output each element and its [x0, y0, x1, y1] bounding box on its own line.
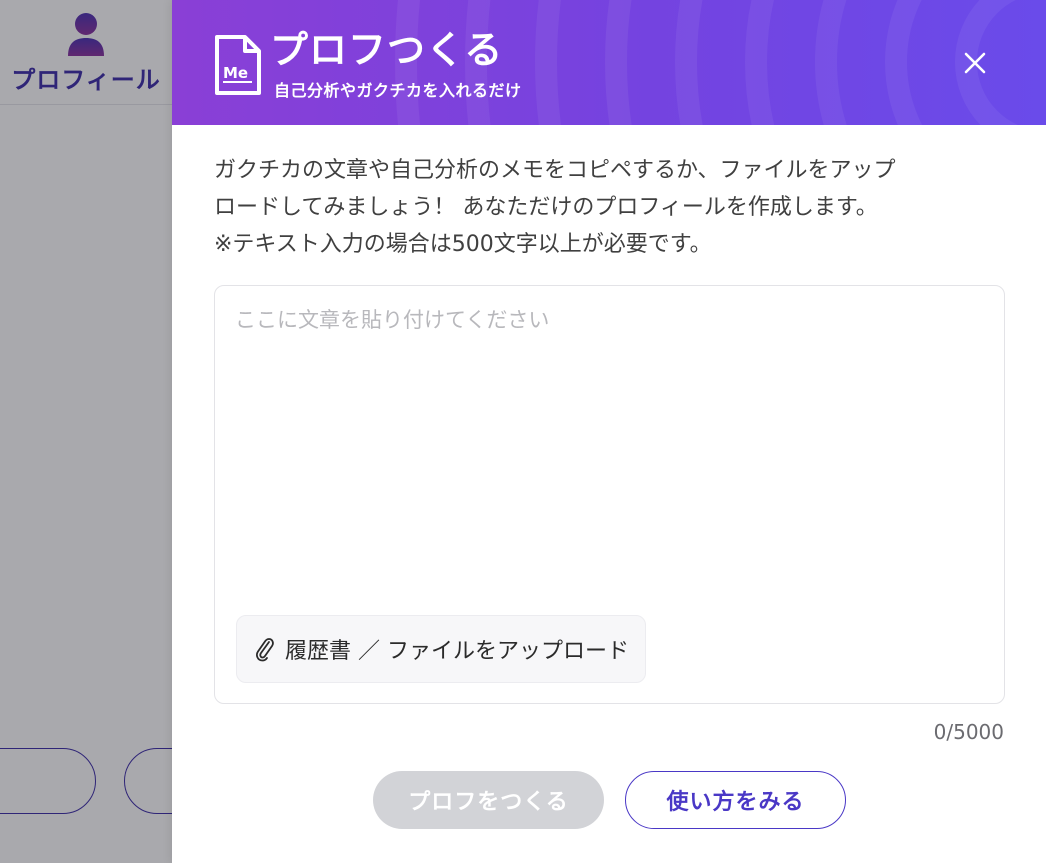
description-line: ※テキスト入力の場合は500文字以上が必要です。: [214, 232, 712, 257]
how-to-use-button[interactable]: 使い方をみる: [625, 771, 846, 829]
modal-title: プロフつくる: [270, 28, 504, 72]
description-line: ロードしてみましょう！ あなただけのプロフィールを作成します。: [214, 195, 878, 220]
modal-description: ガクチカの文章や自己分析のメモをコピペするか、ファイルをアップ ロードしてみまし…: [214, 152, 1014, 263]
close-icon: [964, 52, 986, 74]
character-count: 0/5000: [933, 720, 1004, 744]
upload-file-label: 履歴書 ／ ファイルをアップロード: [285, 639, 629, 664]
modal-header: Me プロフつくる 自己分析やガクチカを入れるだけ: [172, 0, 1046, 125]
description-line: ガクチカの文章や自己分析のメモをコピペするか、ファイルをアップ: [214, 158, 896, 183]
create-profile-button[interactable]: プロフをつくる: [373, 771, 604, 829]
svg-text:Me: Me: [223, 64, 248, 82]
create-profile-modal: Me プロフつくる 自己分析やガクチカを入れるだけ ガクチカの文章や自己分析のメ…: [172, 0, 1046, 863]
text-input-box: 履歴書 ／ ファイルをアップロード: [214, 285, 1005, 704]
document-me-icon: Me: [215, 35, 261, 95]
close-button[interactable]: [956, 44, 994, 82]
paperclip-icon: [256, 638, 274, 662]
upload-file-button[interactable]: 履歴書 ／ ファイルをアップロード: [236, 615, 646, 683]
profile-text-input[interactable]: [235, 304, 985, 584]
modal-subtitle: 自己分析やガクチカを入れるだけ: [274, 81, 522, 100]
